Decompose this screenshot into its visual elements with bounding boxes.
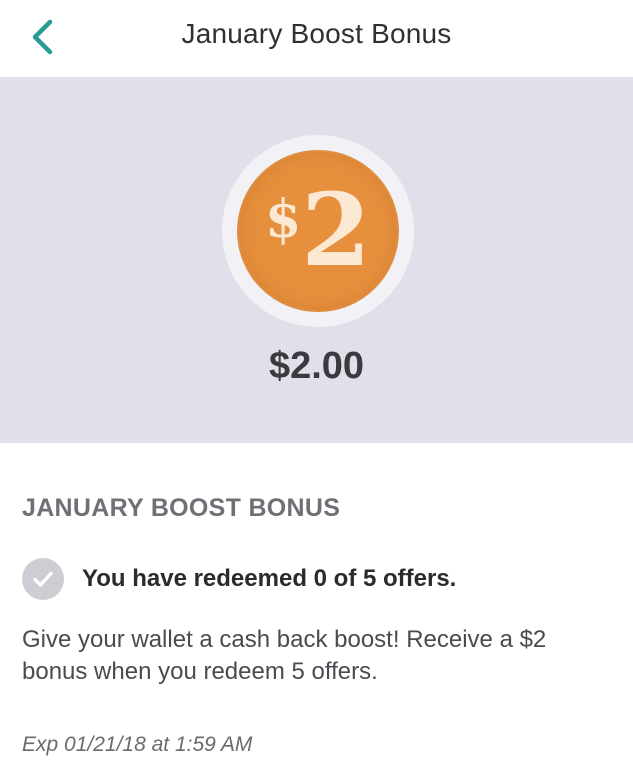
reward-badge: $2 xyxy=(222,135,414,327)
reward-coin: $2 xyxy=(237,150,399,312)
badge-number: 2 xyxy=(301,171,371,289)
badge-amount-text: $2 xyxy=(237,180,399,280)
checkmark-icon xyxy=(33,571,53,587)
offer-description: Give your wallet a cash back boost! Rece… xyxy=(22,626,547,685)
offer-progress: You have redeemed 0 of 5 offers. xyxy=(22,558,456,600)
badge-dollar-sign: $ xyxy=(265,189,302,250)
progress-text: You have redeemed 0 of 5 offers. xyxy=(82,565,457,592)
nav-header: January Boost Bonus xyxy=(0,0,633,77)
reward-amount: $2.00 xyxy=(268,345,365,387)
expiry-date: Exp 01/21/18 at 1:59 AM xyxy=(22,733,253,756)
reward-hero: $2 $2.00 xyxy=(0,77,633,443)
app-screen: January Boost Bonus $2 $2.00 JANUARY BOO… xyxy=(0,0,633,769)
checkmark-circle-icon xyxy=(22,558,64,600)
page-title: January Boost Bonus xyxy=(181,18,452,49)
offer-heading: JANUARY BOOST BONUS xyxy=(22,494,341,522)
